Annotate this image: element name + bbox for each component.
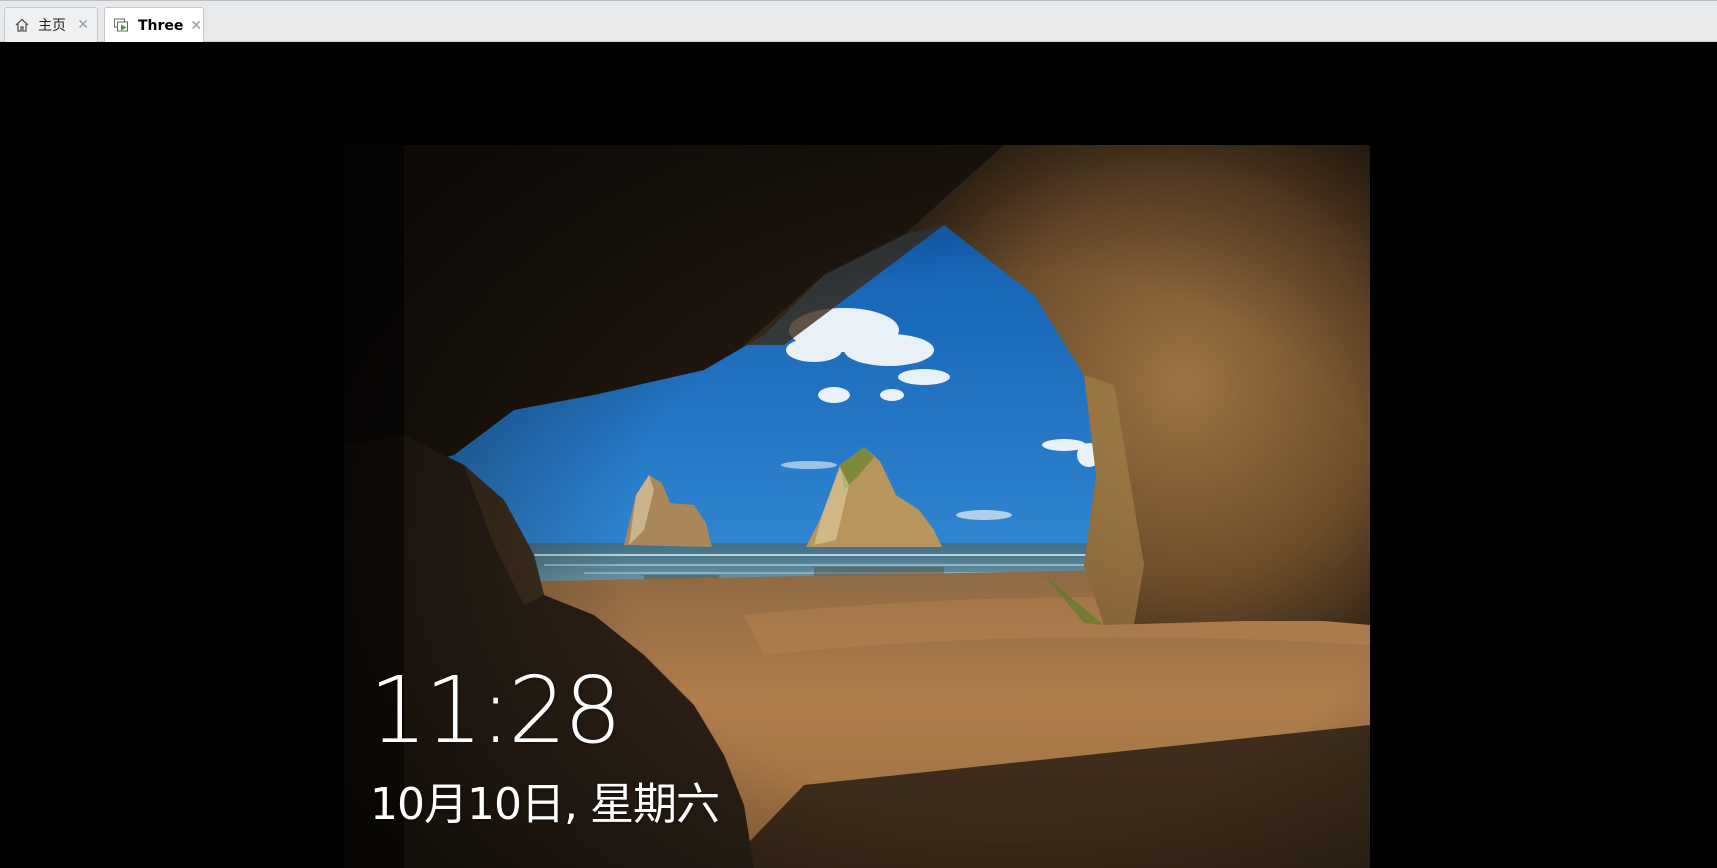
tab-three[interactable]: Three ✕: [104, 7, 204, 43]
home-icon: [13, 16, 31, 34]
lock-screen-date: 10月10日, 星期六: [370, 779, 720, 830]
lock-screen-time: 11:28: [369, 657, 622, 764]
tab-home-label: 主页: [38, 18, 66, 34]
vm-icon: [113, 17, 131, 35]
lock-screen[interactable]: 11:28 10月10日, 星期六: [344, 145, 1370, 868]
close-icon[interactable]: ✕: [77, 18, 89, 32]
close-icon[interactable]: ✕: [190, 19, 202, 33]
tab-bar: 主页 ✕ Three ✕: [0, 0, 1717, 43]
tab-three-label: Three: [138, 17, 184, 34]
vm-display[interactable]: 11:28 10月10日, 星期六: [0, 42, 1717, 868]
tab-home[interactable]: 主页 ✕: [4, 7, 98, 42]
